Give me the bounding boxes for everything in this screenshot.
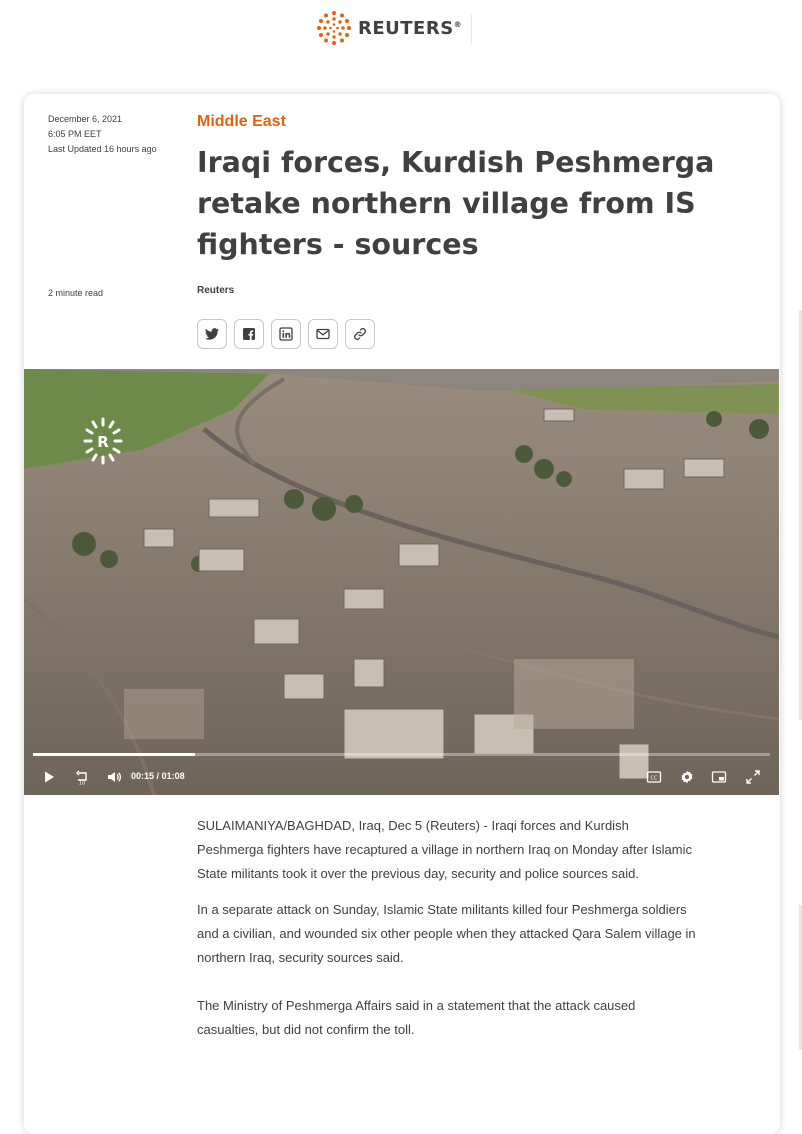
- picture-in-picture-icon: [711, 771, 727, 783]
- article-body: SULAIMANIYA/BAGHDAD, Iraq, Dec 5 (Reuter…: [197, 814, 697, 1054]
- publish-date: December 6, 2021: [48, 114, 123, 124]
- brand-name: REUTERS®: [358, 17, 463, 39]
- share-linkedin-button[interactable]: [271, 319, 301, 349]
- video-progress-fill: [33, 753, 196, 756]
- read-time: 2 minute read: [48, 288, 104, 298]
- video-time: 00:15 / 01:08: [131, 771, 185, 781]
- article-card: December 6, 2021 6:05 PM EET Last Update…: [24, 94, 780, 1134]
- volume-icon: [108, 772, 121, 782]
- svg-text:CC: CC: [651, 776, 658, 782]
- facebook-icon: [243, 328, 255, 340]
- copy-link-button[interactable]: [345, 319, 375, 349]
- settings-button[interactable]: [678, 767, 696, 787]
- share-bar: [197, 319, 375, 349]
- share-email-button[interactable]: [308, 319, 338, 349]
- fullscreen-icon: [746, 770, 760, 784]
- svg-text:10: 10: [79, 781, 85, 786]
- author-byline[interactable]: Reuters: [197, 285, 234, 296]
- video-frame-aerial-village: [24, 369, 779, 795]
- svg-text:R: R: [97, 433, 109, 451]
- captions-button[interactable]: CC: [645, 767, 663, 787]
- video-player[interactable]: R 10 00:15 / 01:08 CC: [24, 369, 779, 795]
- video-progress-bar[interactable]: [33, 753, 770, 756]
- duration: 01:08: [161, 771, 185, 781]
- share-twitter-button[interactable]: [197, 319, 227, 349]
- volume-button[interactable]: [104, 767, 124, 787]
- rewind-10-icon: 10: [76, 770, 87, 786]
- site-header-logo[interactable]: REUTERS®: [316, 10, 462, 46]
- time-separator: /: [156, 771, 160, 781]
- article-meta: December 6, 2021 6:05 PM EET Last Update…: [48, 112, 157, 157]
- publish-time: 6:05 PM EET: [48, 129, 102, 139]
- rewind-10-button[interactable]: 10: [72, 767, 92, 787]
- gear-icon: [681, 770, 693, 784]
- header-divider: [471, 14, 472, 44]
- current-time: 00:15: [131, 771, 155, 781]
- linkedin-icon: [279, 327, 293, 341]
- article-paragraph: SULAIMANIYA/BAGHDAD, Iraq, Dec 5 (Reuter…: [197, 818, 692, 881]
- captions-icon: CC: [646, 771, 662, 783]
- link-icon: [354, 328, 366, 340]
- twitter-icon: [205, 328, 219, 340]
- play-button[interactable]: [40, 767, 58, 787]
- last-updated: Last Updated 16 hours ago: [48, 144, 157, 154]
- picture-in-picture-button[interactable]: [710, 767, 728, 787]
- play-icon: [45, 771, 54, 783]
- video-controls: 10 00:15 / 01:08 CC: [24, 767, 779, 789]
- video-watermark-r-logo: R: [83, 417, 123, 465]
- reuters-logo-icon: [317, 11, 351, 45]
- email-icon: [316, 328, 330, 340]
- article-paragraph: In a separate attack on Sunday, Islamic …: [197, 902, 696, 965]
- article-paragraph: The Ministry of Peshmerga Affairs said i…: [197, 998, 636, 1037]
- share-facebook-button[interactable]: [234, 319, 264, 349]
- fullscreen-button[interactable]: [744, 767, 762, 787]
- section-link[interactable]: Middle East: [197, 113, 286, 131]
- article-headline: Iraqi forces, Kurdish Peshmerga retake n…: [197, 146, 715, 261]
